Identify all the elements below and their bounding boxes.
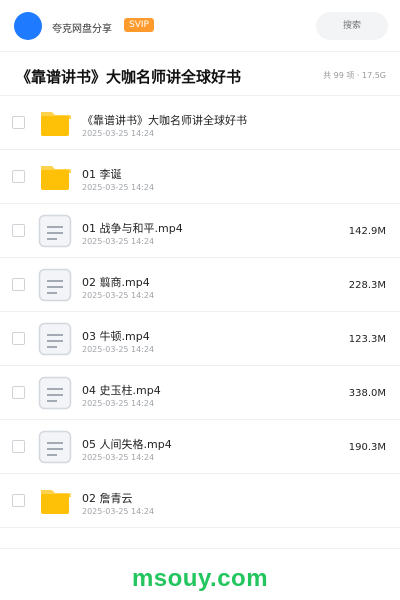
video-file-icon — [38, 322, 72, 356]
file-name: 01 李诞 — [82, 168, 122, 181]
file-name: 《靠谱讲书》大咖名师讲全球好书 — [82, 114, 247, 127]
row-checkbox[interactable] — [12, 224, 25, 237]
file-row[interactable]: 03 牛顿.mp4 2025-03-25 14:24 123.3M — [0, 312, 400, 366]
file-date: 2025-03-25 14:24 — [82, 237, 155, 246]
row-checkbox[interactable] — [12, 170, 25, 183]
file-row[interactable]: 05 人间失格.mp4 2025-03-25 14:24 190.3M — [0, 420, 400, 474]
file-date: 2025-03-25 14:24 — [82, 291, 155, 300]
file-date: 2025-03-25 14:24 — [82, 345, 155, 354]
svip-badge: SVIP — [124, 18, 154, 32]
video-file-icon — [38, 268, 72, 302]
top-header: 夸克网盘分享 SVIP — [0, 0, 400, 52]
file-name: 02 詹青云 — [82, 492, 133, 505]
file-row[interactable]: 04 史玉柱.mp4 2025-03-25 14:24 338.0M — [0, 366, 400, 420]
row-checkbox[interactable] — [12, 332, 25, 345]
file-summary: 共 99 项 · 17.5G — [323, 71, 386, 80]
file-row[interactable]: 02 翦商.mp4 2025-03-25 14:24 228.3M — [0, 258, 400, 312]
row-checkbox[interactable] — [12, 278, 25, 291]
app-name: 夸克网盘分享 — [52, 24, 112, 35]
folder-icon — [38, 160, 72, 194]
row-checkbox[interactable] — [12, 386, 25, 399]
file-name: 01 战争与和平.mp4 — [82, 222, 183, 235]
file-size: 142.9M — [348, 226, 386, 237]
file-size: 190.3M — [348, 442, 386, 453]
file-date: 2025-03-25 14:24 — [82, 399, 155, 408]
file-date: 2025-03-25 14:24 — [82, 453, 155, 462]
video-file-icon — [38, 214, 72, 248]
file-name: 02 翦商.mp4 — [82, 276, 150, 289]
file-row[interactable]: 《靠谱讲书》大咖名师讲全球好书 2025-03-25 14:24 — [0, 96, 400, 150]
file-name: 03 牛顿.mp4 — [82, 330, 150, 343]
page-title: 《靠谱讲书》大咖名师讲全球好书 — [16, 68, 242, 86]
folder-icon — [38, 106, 72, 140]
video-file-icon — [38, 376, 72, 410]
file-row[interactable]: 01 李诞 2025-03-25 14:24 — [0, 150, 400, 204]
file-date: 2025-03-25 14:24 — [82, 507, 155, 516]
file-date: 2025-03-25 14:24 — [82, 129, 155, 138]
file-size: 228.3M — [348, 280, 386, 291]
file-size: 338.0M — [348, 388, 386, 399]
row-checkbox[interactable] — [12, 116, 25, 129]
avatar[interactable] — [14, 12, 42, 40]
row-checkbox[interactable] — [12, 440, 25, 453]
video-file-icon — [38, 430, 72, 464]
file-name: 05 人间失格.mp4 — [82, 438, 172, 451]
search-input[interactable] — [316, 12, 388, 40]
file-row[interactable]: 01 战争与和平.mp4 2025-03-25 14:24 142.9M — [0, 204, 400, 258]
footer: msouy.com — [0, 548, 400, 600]
file-size: 123.3M — [348, 334, 386, 345]
row-checkbox[interactable] — [12, 494, 25, 507]
title-bar: 《靠谱讲书》大咖名师讲全球好书 共 99 项 · 17.5G — [0, 52, 400, 96]
folder-icon — [38, 484, 72, 518]
file-row[interactable]: 02 詹青云 2025-03-25 14:24 — [0, 474, 400, 528]
watermark: msouy.com — [131, 565, 269, 592]
file-name: 04 史玉柱.mp4 — [82, 384, 161, 397]
file-date: 2025-03-25 14:24 — [82, 183, 155, 192]
